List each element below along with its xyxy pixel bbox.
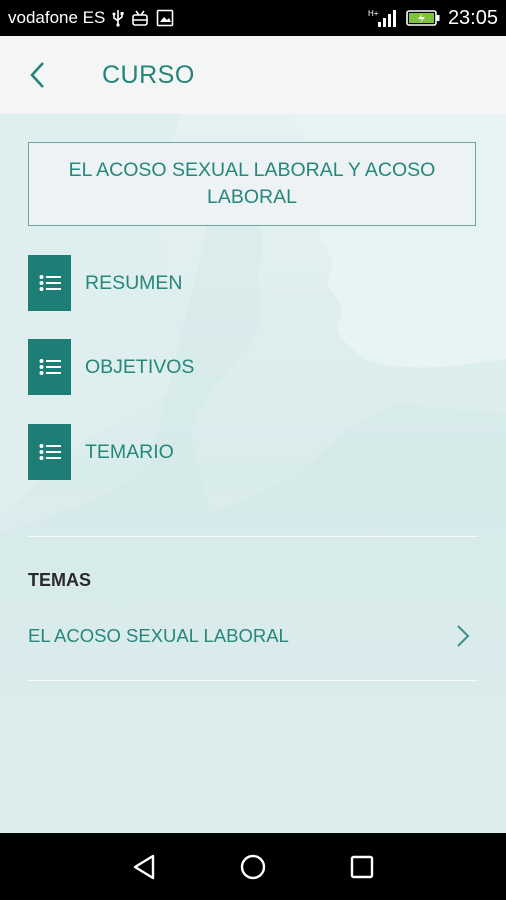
nav-back-button[interactable] <box>124 847 164 887</box>
chevron-left-icon <box>30 62 44 88</box>
list-icon <box>28 424 71 480</box>
page-title: CURSO <box>102 60 195 89</box>
menu-item-objetivos[interactable]: OBJETIVOS <box>28 339 194 395</box>
back-button[interactable] <box>28 62 52 88</box>
chevron-right-icon <box>456 624 470 648</box>
temas-heading: TEMAS <box>28 570 91 590</box>
network-label: H+ <box>368 9 379 18</box>
tema-item-label: EL ACOSO SEXUAL LABORAL <box>28 625 289 646</box>
status-bar: vodafone ES H+ 23:05 <box>0 0 506 36</box>
divider <box>28 680 478 681</box>
menu-item-label: RESUMEN <box>85 271 183 294</box>
image-icon <box>156 9 174 27</box>
battery-icon <box>406 9 440 27</box>
menu-item-label: TEMARIO <box>85 440 174 463</box>
debug-icon <box>131 10 149 26</box>
usb-icon <box>112 9 124 27</box>
navigation-bar <box>0 833 506 900</box>
menu-item-temario[interactable]: TEMARIO <box>28 424 174 480</box>
clock: 23:05 <box>447 6 498 29</box>
nav-recents-button[interactable] <box>342 847 382 887</box>
divider <box>28 536 478 537</box>
list-icon <box>28 339 71 395</box>
nav-home-button[interactable] <box>233 847 273 887</box>
signal-icon: H+ <box>368 8 398 28</box>
circle-home-icon <box>240 854 266 879</box>
triangle-back-icon <box>134 854 155 879</box>
course-title-box: EL ACOSO SEXUAL LABORAL Y ACOSO LABORAL <box>28 142 476 226</box>
menu-item-label: OBJETIVOS <box>85 355 195 378</box>
main-content: EL ACOSO SEXUAL LABORAL Y ACOSO LABORAL … <box>0 114 506 833</box>
app-bar: CURSO <box>0 36 506 114</box>
carrier-label: vodafone ES <box>8 8 106 27</box>
list-icon <box>28 255 71 311</box>
square-recents-icon <box>350 855 373 878</box>
menu-item-resumen[interactable]: RESUMEN <box>28 255 183 311</box>
tema-item[interactable]: EL ACOSO SEXUAL LABORAL <box>28 614 478 658</box>
